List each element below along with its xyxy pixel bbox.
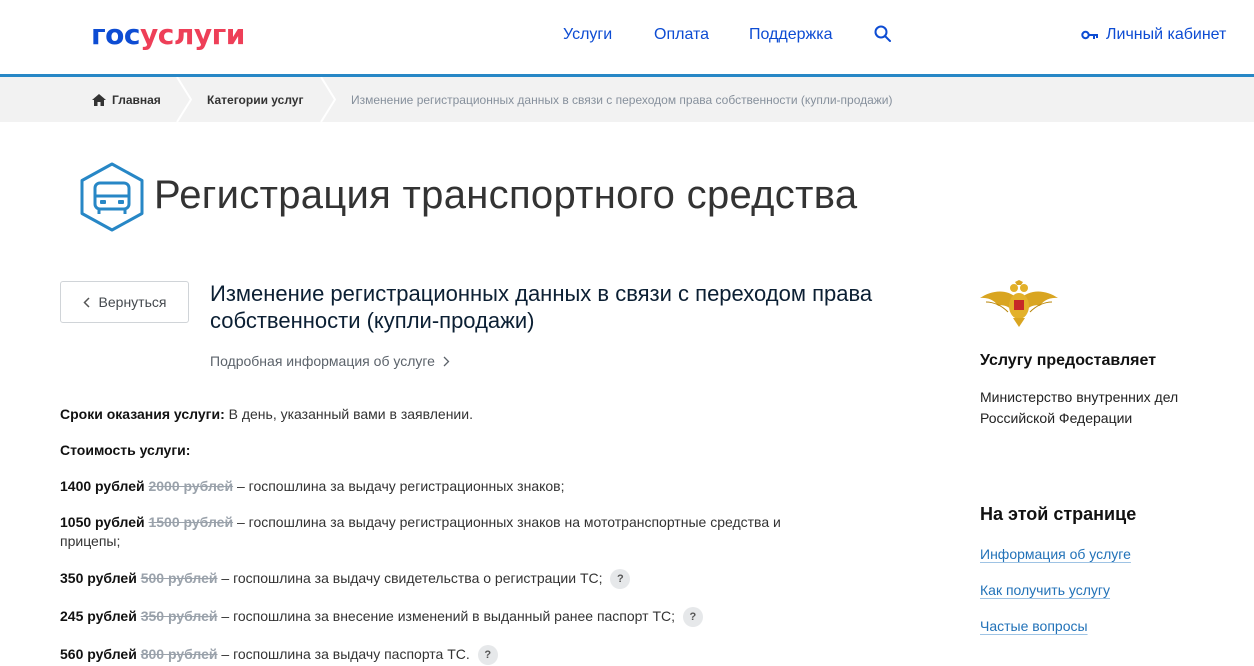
service-details-link[interactable]: Подробная информация об услуге (210, 352, 450, 370)
help-icon[interactable]: ? (682, 607, 703, 628)
breadcrumb-categories[interactable]: Категории услуг (207, 92, 303, 108)
fee-old-price: 800 рублей (140, 646, 218, 662)
breadcrumb-home-label: Главная (112, 93, 161, 107)
cost-label-text: Стоимость услуги: (60, 442, 191, 458)
service-details-label: Подробная информация об услуге (210, 353, 435, 369)
breadcrumb-home[interactable]: Главная (92, 92, 161, 108)
anchor-link-how-to-get[interactable]: Как получить услугу (980, 581, 1110, 599)
service-title: Изменение регистрационных данных в связи… (210, 281, 873, 333)
back-button[interactable]: Вернуться (60, 281, 189, 323)
fee-row: 245 рублей 350 рублей – госпошлина за вн… (60, 606, 703, 628)
fee-price: 1400 рублей (60, 478, 145, 494)
chevron-separator-icon (320, 77, 336, 122)
nav-services[interactable]: Услуги (563, 25, 612, 45)
fee-price: 1050 рублей (60, 514, 145, 530)
home-icon (92, 94, 106, 106)
service-terms: Сроки оказания услуги: В день, указанный… (60, 404, 473, 424)
service-terms-value: В день, указанный вами в заявлении. (228, 406, 473, 422)
fee-old-price: 2000 рублей (148, 478, 234, 494)
nav-support[interactable]: Поддержка (749, 25, 832, 45)
breadcrumb-current: Изменение регистрационных данных в связи… (351, 93, 893, 107)
chevron-left-icon (82, 296, 90, 308)
fee-old-price: 500 рублей (140, 570, 218, 586)
breadcrumb: Главная Категории услуг Изменение регист… (0, 77, 1254, 122)
fee-description: – госпошлина за выдачу паспорта ТС. (221, 646, 470, 662)
anchor-link-faq[interactable]: Частые вопросы (980, 617, 1088, 635)
provider-heading: Услугу предоставляет (980, 352, 1157, 369)
mvd-emblem-icon (980, 280, 1058, 327)
help-icon[interactable]: ? (610, 569, 631, 590)
service-terms-label: Сроки оказания услуги: (60, 406, 225, 422)
cost-label: Стоимость услуги: (60, 440, 190, 460)
fee-description: – госпошлина за выдачу регистрационных з… (236, 514, 781, 530)
provider-name-line: Министерство внутренних дел (980, 389, 1179, 405)
fee-row: 1050 рублей 1500 рублей – госпошлина за … (60, 512, 781, 532)
gosuslugi-logo[interactable]: госуслуги (91, 18, 245, 52)
nav-payment[interactable]: Оплата (654, 25, 709, 45)
fee-row: 350 рублей 500 рублей – госпошлина за вы… (60, 568, 631, 590)
search-icon[interactable] (874, 25, 892, 43)
fee-description: – госпошлина за выдачу свидетельства о р… (221, 570, 603, 586)
personal-cabinet-link[interactable]: Личный кабинет (1081, 25, 1226, 45)
anchor-link-service-info[interactable]: Информация об услуге (980, 545, 1131, 563)
back-button-label: Вернуться (98, 294, 167, 310)
cabinet-label: Личный кабинет (1106, 26, 1227, 43)
fee-row: 560 рублей 800 рублей – госпошлина за вы… (60, 644, 498, 666)
car-category-icon (80, 162, 144, 232)
fee-price: 350 рублей (60, 570, 137, 586)
fee-description-continued: прицепы; (60, 533, 121, 549)
help-icon[interactable]: ? (477, 645, 498, 666)
provider-name: Министерство внутренних дел Российской Ф… (980, 387, 1220, 429)
on-this-page-heading: На этой странице (980, 504, 1137, 524)
fee-price: 245 рублей (60, 608, 137, 624)
fee-old-price: 350 рублей (140, 608, 218, 624)
chevron-separator-icon (176, 77, 192, 122)
page-title: Регистрация транспортного средства (154, 173, 858, 217)
fee-row: 1400 рублей 2000 рублей – госпошлина за … (60, 476, 565, 496)
fee-description: – госпошлина за внесение изменений в выд… (221, 608, 676, 624)
fee-price: 560 рублей (60, 646, 137, 662)
key-icon (1081, 30, 1098, 40)
fee-old-price: 1500 рублей (148, 514, 234, 530)
chevron-right-icon (443, 356, 450, 366)
site-header: госуслуги Услуги Оплата Поддержка Личный… (0, 0, 1254, 74)
provider-name-line: Российской Федерации (980, 410, 1133, 426)
fee-description: – госпошлина за выдачу регистрационных з… (236, 478, 565, 494)
